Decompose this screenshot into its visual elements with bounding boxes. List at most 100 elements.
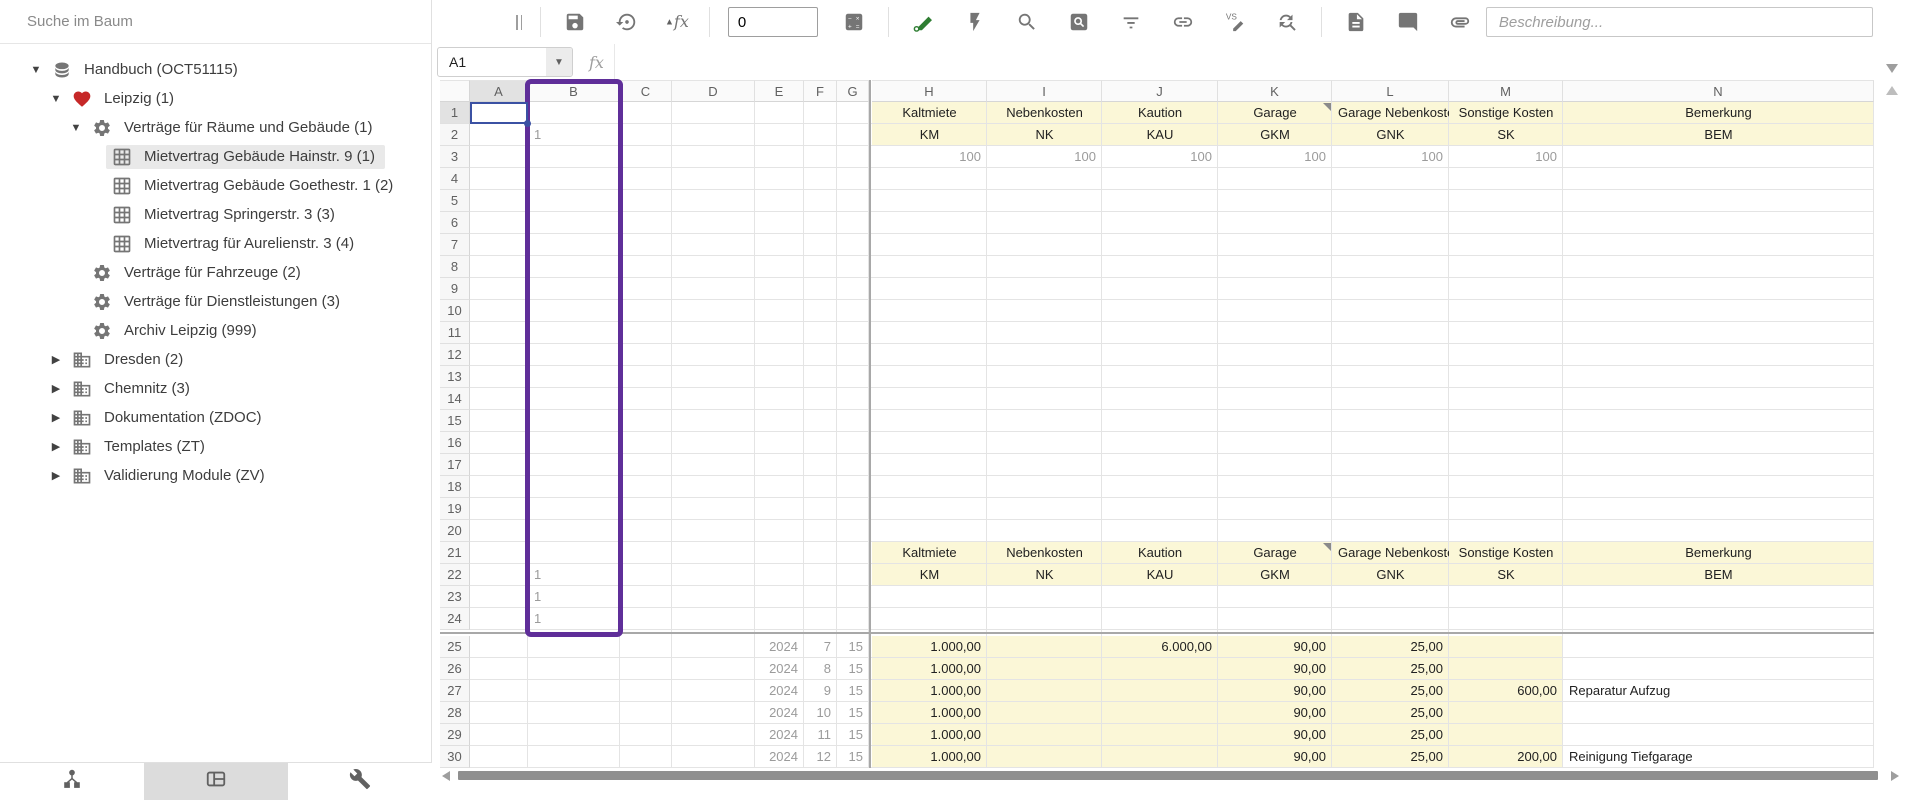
cell-L1[interactable]: Garage Nebenkosten xyxy=(1332,102,1449,124)
formula-toggle-icon[interactable]: ▲fx xyxy=(665,12,689,32)
scroll-up-arrow-icon[interactable] xyxy=(1886,86,1898,95)
filter-icon[interactable] xyxy=(1119,10,1143,34)
cell-H29[interactable]: 1.000,00 xyxy=(872,724,987,746)
cell-H2[interactable]: KM xyxy=(872,124,987,146)
row-header-8[interactable]: 8 xyxy=(440,256,470,278)
tree-item-0[interactable]: ▼Handbuch (OCT51115) xyxy=(0,55,431,84)
cell-F26[interactable]: 8 xyxy=(804,658,837,680)
sidebar-tab-wrench[interactable] xyxy=(288,763,432,800)
cell-K1[interactable]: Garage xyxy=(1218,102,1332,124)
cell-K28[interactable]: 90,00 xyxy=(1218,702,1332,724)
save-icon[interactable] xyxy=(563,10,587,34)
row-header-12[interactable]: 12 xyxy=(440,344,470,366)
cell-H28[interactable]: 1.000,00 xyxy=(872,702,987,724)
drag-handle[interactable] xyxy=(516,15,522,30)
cell-L27[interactable]: 25,00 xyxy=(1332,680,1449,702)
cell-H3[interactable]: 100 xyxy=(872,146,987,168)
spreadsheet-grid[interactable]: ABCDEFGHIJKLMN12345678910111213141516171… xyxy=(440,80,1874,768)
cell-J2[interactable]: KAU xyxy=(1102,124,1218,146)
row-header-7[interactable]: 7 xyxy=(440,234,470,256)
cell-L2[interactable]: GNK xyxy=(1332,124,1449,146)
cell-M2[interactable]: SK xyxy=(1449,124,1563,146)
row-header-1[interactable]: 1 xyxy=(440,102,470,124)
row-header-10[interactable]: 10 xyxy=(440,300,470,322)
cell-E30[interactable]: 2024 xyxy=(755,746,804,768)
row-header-18[interactable]: 18 xyxy=(440,476,470,498)
document-icon[interactable] xyxy=(1344,10,1368,34)
cell-I22[interactable]: NK xyxy=(987,564,1102,586)
tree-item-13[interactable]: ▶Templates (ZT) xyxy=(0,432,431,461)
row-header-5[interactable]: 5 xyxy=(440,190,470,212)
row-header-13[interactable]: 13 xyxy=(440,366,470,388)
cell-J1[interactable]: Kaution xyxy=(1102,102,1218,124)
cell-K21[interactable]: Garage xyxy=(1218,542,1332,564)
cell-E28[interactable]: 2024 xyxy=(755,702,804,724)
cell-G30[interactable]: 15 xyxy=(837,746,869,768)
cell-H21[interactable]: Kaltmiete xyxy=(872,542,987,564)
cell-name-box[interactable]: A1 ▼ xyxy=(437,47,573,77)
cell-F25[interactable]: 7 xyxy=(804,636,837,658)
row-header-19[interactable]: 19 xyxy=(440,498,470,520)
find-replace-icon[interactable] xyxy=(1275,10,1299,34)
cell-K2[interactable]: GKM xyxy=(1218,124,1332,146)
tree-item-14[interactable]: ▶Validierung Module (ZV) xyxy=(0,461,431,490)
cell-H27[interactable]: 1.000,00 xyxy=(872,680,987,702)
row-header-27[interactable]: 27 xyxy=(440,680,470,702)
column-header-N[interactable]: N xyxy=(1563,80,1874,102)
collapse-arrow-icon[interactable]: ▶ xyxy=(46,353,66,366)
cell-N22[interactable]: BEM xyxy=(1563,564,1874,586)
row-header-4[interactable]: 4 xyxy=(440,168,470,190)
cell-K30[interactable]: 90,00 xyxy=(1218,746,1332,768)
cell-I2[interactable]: NK xyxy=(987,124,1102,146)
cell-N2[interactable]: BEM xyxy=(1563,124,1874,146)
cell-N30[interactable]: Reinigung Tiefgarage xyxy=(1563,746,1874,768)
column-header-H[interactable]: H xyxy=(872,80,987,102)
cell-H26[interactable]: 1.000,00 xyxy=(872,658,987,680)
formula-input[interactable] xyxy=(614,44,1907,80)
horizontal-scrollbar[interactable] xyxy=(458,771,1878,780)
expand-arrow-icon[interactable]: ▼ xyxy=(26,64,46,76)
cell-M1[interactable]: Sonstige Kosten xyxy=(1449,102,1563,124)
cell-H30[interactable]: 1.000,00 xyxy=(872,746,987,768)
row-header-6[interactable]: 6 xyxy=(440,212,470,234)
collapse-arrow-icon[interactable]: ▶ xyxy=(46,440,66,453)
cell-K3[interactable]: 100 xyxy=(1218,146,1332,168)
cell-K22[interactable]: GKM xyxy=(1218,564,1332,586)
fill-handle[interactable] xyxy=(524,120,531,127)
cell-K27[interactable]: 90,00 xyxy=(1218,680,1332,702)
edit-pen-icon[interactable] xyxy=(911,10,935,34)
row-header-11[interactable]: 11 xyxy=(440,322,470,344)
expand-arrow-icon[interactable]: ▼ xyxy=(66,122,86,134)
description-input[interactable] xyxy=(1486,7,1873,37)
link-icon[interactable] xyxy=(1171,10,1195,34)
column-header-F[interactable]: F xyxy=(804,80,837,102)
row-header-28[interactable]: 28 xyxy=(440,702,470,724)
collapse-arrow-icon[interactable]: ▶ xyxy=(46,411,66,424)
grid-corner[interactable] xyxy=(440,80,470,102)
row-header-21[interactable]: 21 xyxy=(440,542,470,564)
tree-item-12[interactable]: ▶Dokumentation (ZDOC) xyxy=(0,403,431,432)
history-restore-icon[interactable] xyxy=(615,10,639,34)
tree-item-9[interactable]: Archiv Leipzig (999) xyxy=(0,316,431,345)
cell-G25[interactable]: 15 xyxy=(837,636,869,658)
cell-L29[interactable]: 25,00 xyxy=(1332,724,1449,746)
scroll-right-arrow-icon[interactable] xyxy=(1891,771,1899,781)
cell-J25[interactable]: 6.000,00 xyxy=(1102,636,1218,658)
column-header-M[interactable]: M xyxy=(1449,80,1563,102)
column-header-G[interactable]: G xyxy=(837,80,869,102)
tree-item-3[interactable]: Mietvertrag Gebäude Hainstr. 9 (1) xyxy=(0,142,431,171)
row-header-22[interactable]: 22 xyxy=(440,564,470,586)
column-header-L[interactable]: L xyxy=(1332,80,1449,102)
column-header-D[interactable]: D xyxy=(672,80,755,102)
cell-E25[interactable]: 2024 xyxy=(755,636,804,658)
cell-J22[interactable]: KAU xyxy=(1102,564,1218,586)
cell-J21[interactable]: Kaution xyxy=(1102,542,1218,564)
cell-K29[interactable]: 90,00 xyxy=(1218,724,1332,746)
cell-L30[interactable]: 25,00 xyxy=(1332,746,1449,768)
column-header-E[interactable]: E xyxy=(755,80,804,102)
column-header-K[interactable]: K xyxy=(1218,80,1332,102)
cell-I3[interactable]: 100 xyxy=(987,146,1102,168)
cell-L3[interactable]: 100 xyxy=(1332,146,1449,168)
cell-N1[interactable]: Bemerkung xyxy=(1563,102,1874,124)
cell-L25[interactable]: 25,00 xyxy=(1332,636,1449,658)
